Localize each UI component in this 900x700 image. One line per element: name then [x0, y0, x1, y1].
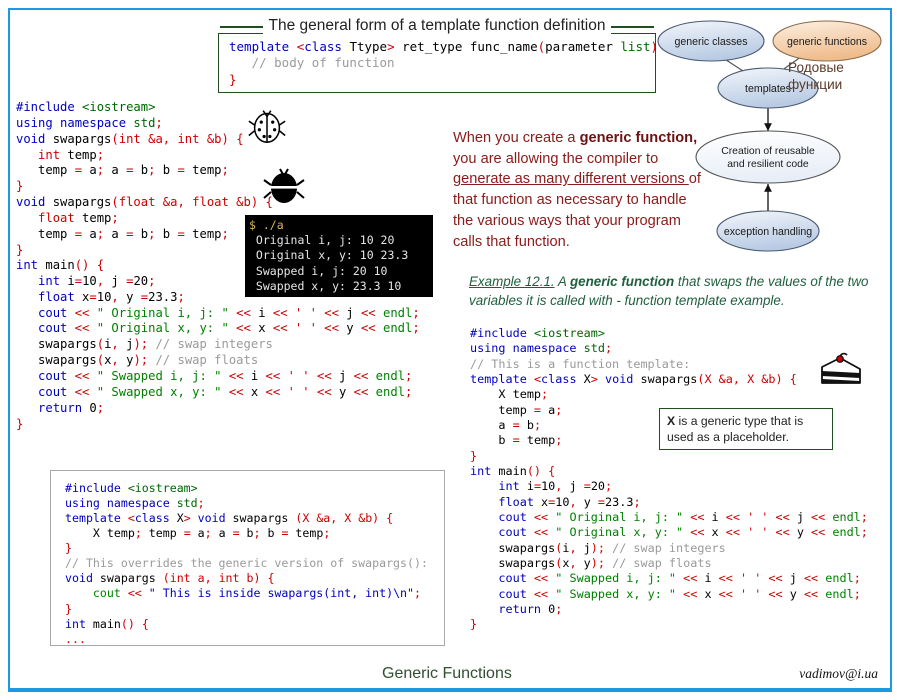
example-number: Example 12.1.	[469, 274, 555, 289]
node-label-creation-2: and resilient code	[727, 159, 809, 170]
ladybug-outline-icon	[246, 103, 288, 147]
right-template-code: #include <iostream> using namespace std;…	[470, 326, 868, 632]
example-caption: Example 12.1. A generic function that sw…	[469, 272, 869, 311]
template-form-code: template <class Ttype> ret_type func_nam…	[229, 39, 673, 87]
russian-caption: Родовые функции	[788, 60, 888, 94]
footer-title: Generic Functions	[382, 665, 512, 682]
left-overload-code: #include <iostream> using namespace std;…	[16, 100, 273, 257]
footer-email: vadimov@i.ua	[799, 666, 878, 681]
russian-caption-line1: Родовые	[788, 60, 844, 75]
example-bold: generic function	[570, 274, 675, 289]
terminal-prompt: $ ./a	[249, 218, 284, 232]
desc-part-2: you are allowing the compiler to	[453, 150, 659, 167]
desc-underline: generate as many different versions	[453, 171, 689, 188]
terminal-line: Swapped i, j: 20 10	[249, 263, 388, 278]
override-code-box: #include <iostream> using namespace std;…	[50, 470, 445, 646]
templates-concept-diagram: generic classes generic functions templa…	[655, 14, 895, 264]
ladybug-solid-icon	[262, 163, 306, 207]
cake-slice-icon	[814, 347, 866, 393]
node-label-generic-classes: generic classes	[674, 36, 747, 48]
russian-caption-line2: функции	[788, 76, 843, 92]
x-placeholder-callout: X is a generic type that is used as a pl…	[659, 408, 833, 450]
node-label-exception: exception handling	[724, 226, 812, 238]
terminal-line: Original x, y: 10 23.3	[249, 248, 409, 263]
top-box-title-text: The general form of a template function …	[262, 17, 612, 34]
x-callout-bold: X	[667, 414, 676, 428]
terminal-line: Original i, j: 10 20	[249, 233, 395, 248]
node-creation	[695, 130, 841, 184]
node-label-templates: templates	[745, 83, 791, 95]
node-label-creation-1: Creation of reusable	[721, 146, 815, 157]
x-callout-text: is a generic type that is used as a plac…	[667, 414, 804, 445]
top-box-title: The general form of a template function …	[218, 17, 656, 35]
terminal-output: $ ./a Original i, j: 10 20 Original x, y…	[245, 215, 433, 297]
override-code: #include <iostream> using namespace std;…	[65, 481, 428, 646]
terminal-line: Swapped x, y: 23.3 10	[249, 278, 402, 293]
terminal-prompt-line: $ ./a	[249, 218, 433, 233]
template-form-box: template <class Ttype> ret_type func_nam…	[218, 33, 673, 93]
example-text-a: A	[554, 274, 570, 289]
footer-divider	[8, 688, 892, 690]
node-label-generic-functions: generic functions	[787, 36, 867, 48]
desc-part-1: When you create a	[453, 130, 580, 146]
